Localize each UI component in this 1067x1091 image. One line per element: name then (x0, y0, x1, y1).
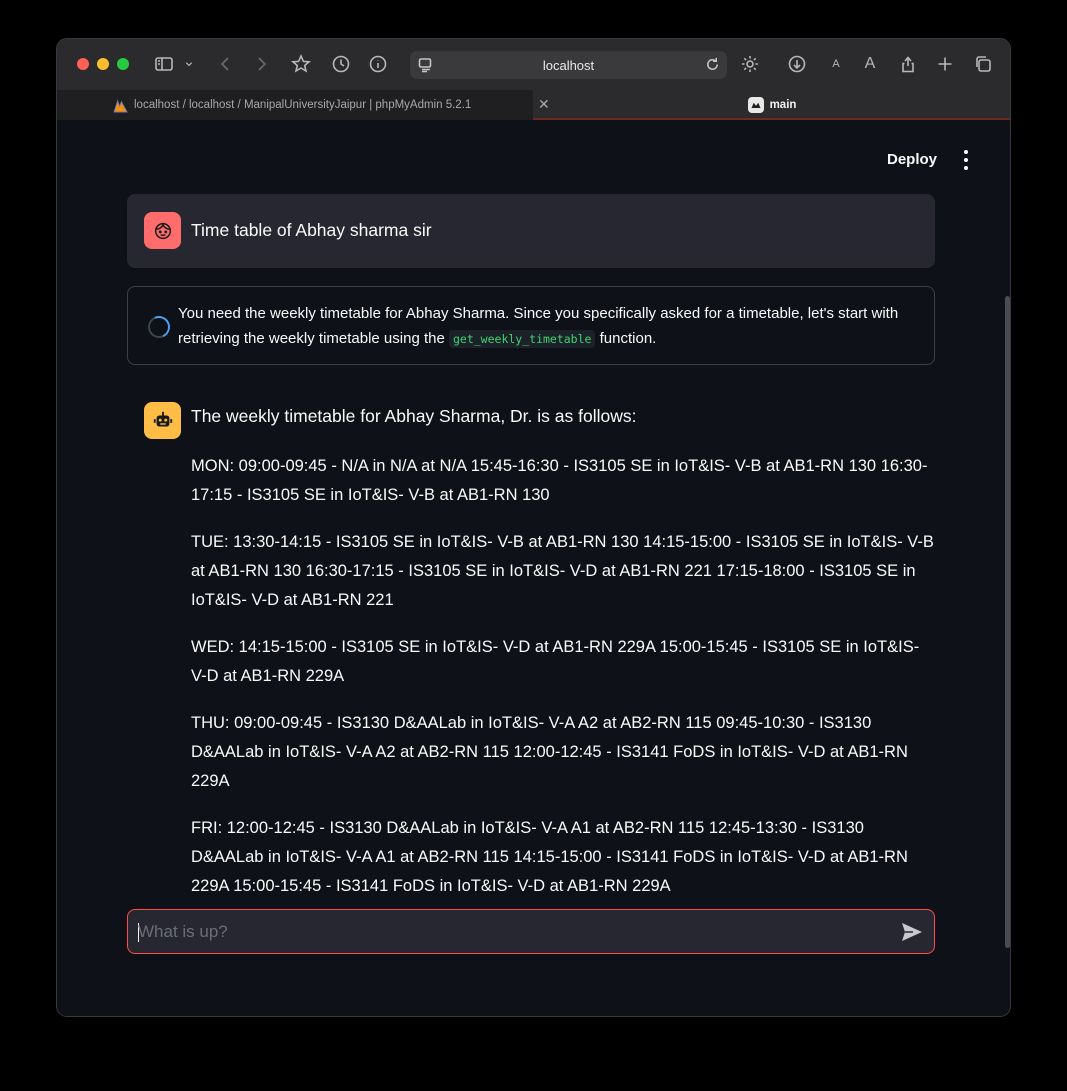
back-icon[interactable] (215, 53, 237, 75)
scrollbar[interactable] (1005, 296, 1010, 948)
browser-toolbar: localhost A A (57, 39, 1010, 90)
phpmyadmin-favicon (113, 98, 128, 113)
star-icon[interactable] (290, 53, 312, 75)
user-message-text: Time table of Abhay sharma sir (191, 220, 432, 240)
gear-icon[interactable] (739, 53, 761, 75)
chat-input-container[interactable] (127, 909, 935, 954)
plus-icon[interactable] (934, 53, 956, 75)
chevron-down-icon[interactable] (182, 53, 196, 75)
zoom-window-button[interactable] (117, 58, 129, 70)
assistant-intro: The weekly timetable for Abhay Sharma, D… (191, 406, 637, 426)
timetable-day-tue: TUE: 13:30-14:15 - IS3105 SE in IoT&IS- … (191, 533, 934, 609)
status-container: You need the weekly timetable for Abhay … (127, 286, 935, 365)
timetable: MON: 09:00-09:45 - N/A in N/A at N/A 15:… (191, 452, 939, 919)
address-text: localhost (542, 57, 595, 73)
minimize-window-button[interactable] (97, 58, 109, 70)
forward-icon[interactable] (250, 53, 272, 75)
close-window-button[interactable] (77, 58, 89, 70)
timetable-day-wed: WED: 14:15-15:00 - IS3105 SE in IoT&IS- … (191, 638, 920, 685)
timetable-day-thu: THU: 09:00-09:45 - IS3130 D&AALab in IoT… (191, 714, 908, 790)
tab-bar: localhost / localhost / ManipalUniversit… (57, 90, 1010, 120)
status-text: You need the weekly timetable for Abhay … (178, 305, 899, 348)
tab-label: main (769, 99, 797, 111)
user-message: Time table of Abhay sharma sir (127, 194, 935, 268)
text-smaller-icon[interactable]: A (825, 53, 847, 75)
robot-icon (144, 402, 181, 439)
sidebar-icon[interactable] (153, 53, 175, 75)
user-face-icon (144, 212, 181, 249)
streamlit-favicon (747, 97, 764, 113)
reload-icon[interactable] (704, 56, 721, 73)
tab-phpmyadmin[interactable]: localhost / localhost / ManipalUniversit… (57, 90, 533, 120)
deploy-button[interactable]: Deploy (887, 151, 937, 168)
reader-icon[interactable] (418, 57, 434, 73)
tabs-overview-icon[interactable] (972, 53, 994, 75)
spinner-icon (144, 312, 174, 342)
share-icon[interactable] (897, 53, 919, 75)
browser-window: localhost A A localhost / localhost / Ma… (56, 38, 1011, 1017)
address-bar[interactable]: localhost (410, 51, 727, 79)
send-icon[interactable] (900, 921, 924, 943)
function-code: get_weekly_timetable (448, 330, 596, 348)
kebab-menu-icon[interactable] (963, 150, 969, 170)
text-larger-icon[interactable]: A (859, 53, 881, 75)
info-icon[interactable] (367, 53, 389, 75)
timetable-day-fri: FRI: 12:00-12:45 - IS3130 D&AALab in IoT… (191, 819, 908, 895)
streamlit-app: Deploy Time table of Abhay sharma sir Yo… (57, 122, 1010, 1016)
tab-label: localhost / localhost / ManipalUniversit… (134, 99, 472, 111)
history-icon[interactable] (330, 53, 352, 75)
timetable-day-mon: MON: 09:00-09:45 - N/A in N/A at N/A 15:… (191, 457, 928, 504)
tab-main[interactable]: main (533, 90, 1010, 120)
download-icon[interactable] (786, 53, 808, 75)
chat-input[interactable] (138, 910, 878, 953)
